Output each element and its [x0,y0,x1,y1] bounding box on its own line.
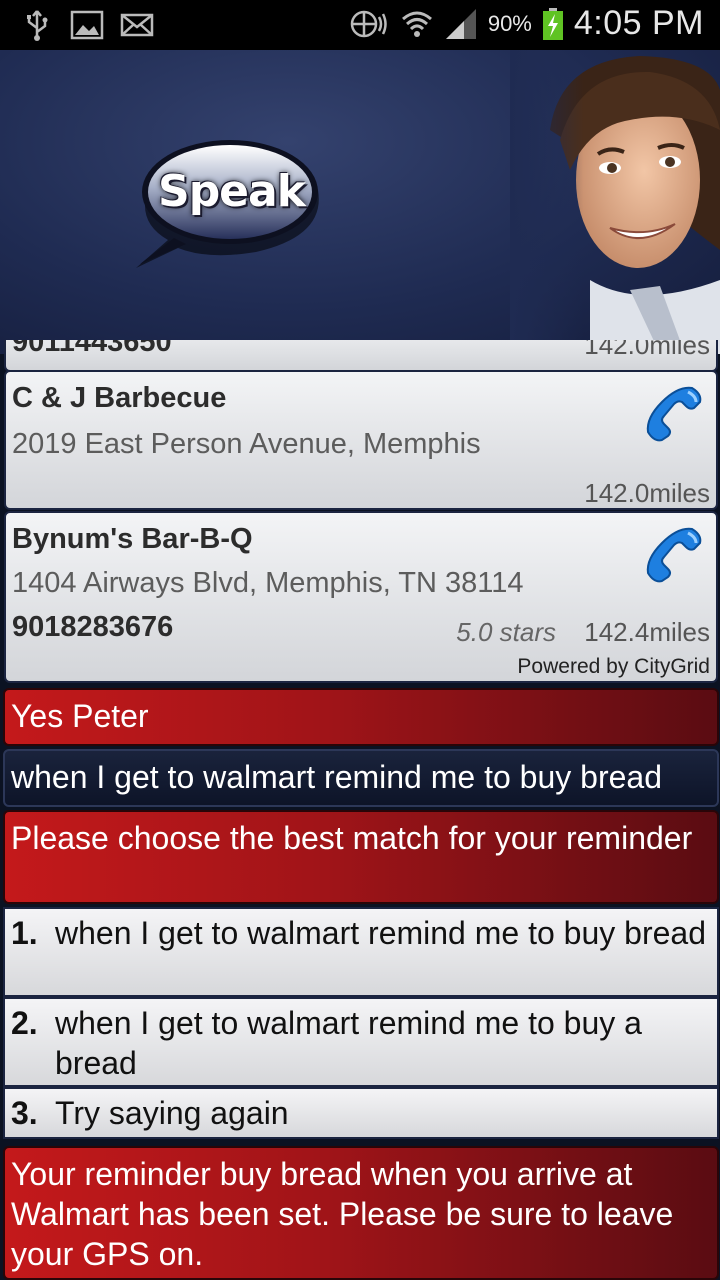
call-icon[interactable] [644,382,706,444]
business-rating: 5.0 stars [456,617,556,647]
business-distance: 142.0miles [584,478,710,508]
wifi-icon [401,11,432,37]
option-text: when I get to walmart remind me to buy a… [55,1005,642,1081]
reminder-option[interactable]: 3. Try saying again [3,1087,719,1139]
option-number: 1. [11,915,38,951]
speak-button[interactable] [128,128,328,328]
speak-label: Speak [158,166,306,217]
business-name: Bynum's Bar-B-Q [12,523,253,555]
app-header: Speak [0,50,720,354]
business-distance: 142.4miles [584,617,710,647]
powered-by-label: Powered by CityGrid [517,655,710,678]
business-address: 1404 Airways Blvd, Memphis, TN 38114 [12,567,524,599]
business-distance: 142.0miles [584,340,710,360]
assistant-avatar [510,50,720,354]
reminder-option[interactable]: 1. when I get to walmart remind me to bu… [3,907,719,997]
list-item[interactable]: C & J Barbecue 2019 East Person Avenue, … [4,370,718,510]
business-phone[interactable]: 9018283676 [12,611,173,644]
reminder-option[interactable]: 2. when I get to walmart remind me to bu… [3,997,719,1087]
list-item[interactable]: Bynum's Bar-B-Q 1404 Airways Blvd, Memph… [4,511,718,683]
search-results-list[interactable]: 9011443650 142.0miles C & J Barbecue 201… [4,340,718,684]
battery-charging-icon [542,7,563,40]
status-bar: 90% 4:05 PM [0,0,720,50]
business-phone: 9011443650 [12,340,172,358]
assistant-message: Your reminder buy bread when you arrive … [3,1146,719,1280]
assistant-message: Yes Peter [3,688,719,746]
user-message: when I get to walmart remind me to buy b… [3,749,719,807]
option-number: 3. [11,1095,38,1131]
assistant-message: Please choose the best match for your re… [3,810,719,904]
email-icon [120,13,154,37]
battery-percent: 90% [487,10,532,36]
usb-icon [27,10,48,41]
sync-icon [350,10,387,37]
option-text: Try saying again [55,1095,289,1131]
image-icon [70,10,104,40]
clock: 4:05 PM [573,4,704,42]
business-name: C & J Barbecue [12,382,227,414]
option-number: 2. [11,1005,38,1041]
business-address: 2019 East Person Avenue, Memphis [12,428,481,460]
list-item[interactable]: 9011443650 142.0miles [4,340,718,372]
option-text: when I get to walmart remind me to buy b… [55,915,706,951]
call-icon[interactable] [644,523,706,585]
signal-icon [445,8,476,39]
